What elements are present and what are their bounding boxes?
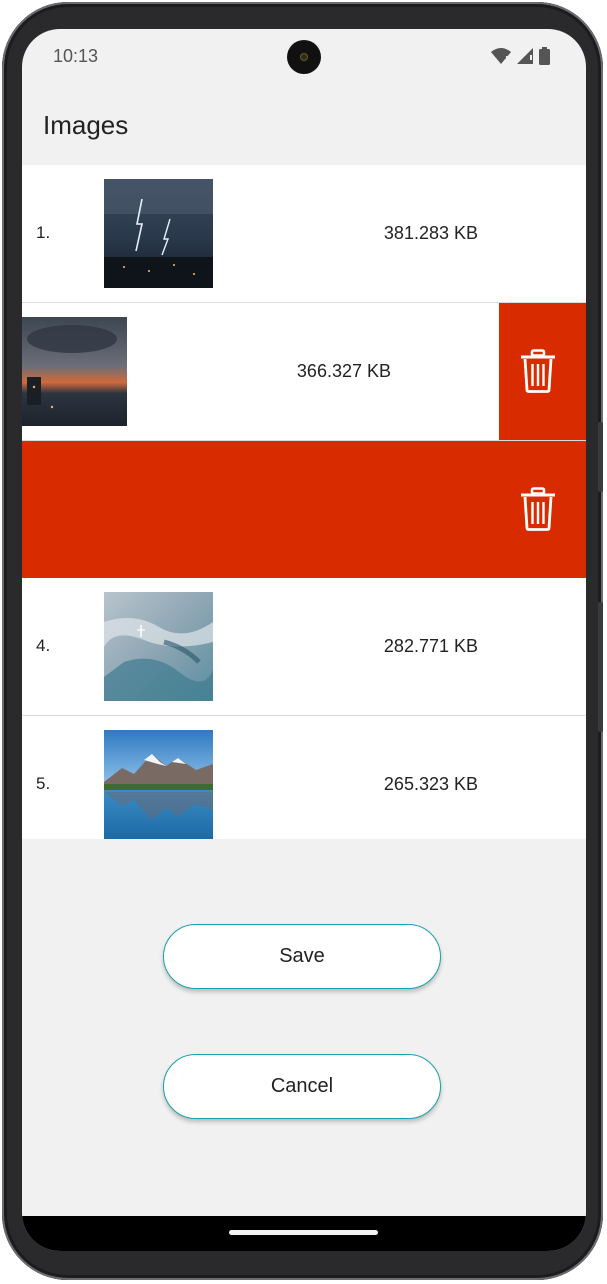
item-index: 1. <box>36 223 51 242</box>
trash-icon <box>521 487 555 531</box>
file-size: 265.323 KB <box>383 774 478 794</box>
image-list: 1. 381.283 KB 366.327 KB 4. 282.771 KB 5… <box>22 165 586 839</box>
thumbnail-image <box>104 592 213 701</box>
navigation-bar <box>22 1216 586 1251</box>
list-item[interactable]: 1. 381.283 KB <box>22 165 586 303</box>
thumbnail-image <box>104 730 213 839</box>
side-button <box>598 602 603 732</box>
item-index: 5. <box>36 774 51 793</box>
volume-button <box>598 422 603 492</box>
page-title: Images <box>43 110 129 140</box>
trash-icon <box>521 349 555 393</box>
phone-frame: 10:13 Images 1. 381.283 KB 366.327 KB 4.… <box>2 2 603 1280</box>
screen: 10:13 Images 1. 381.283 KB 366.327 KB 4.… <box>22 29 586 1251</box>
wifi-icon <box>491 48 511 64</box>
delete-action[interactable] <box>22 441 586 578</box>
file-size: 381.283 KB <box>383 223 478 243</box>
status-bar: 10:13 <box>22 29 586 87</box>
home-gesture-handle[interactable] <box>229 1230 378 1235</box>
thumbnail-image <box>22 317 127 426</box>
front-camera <box>287 40 321 74</box>
status-icons <box>491 47 550 65</box>
battery-icon <box>539 47 550 65</box>
cancel-button[interactable]: Cancel <box>163 1054 441 1119</box>
file-size: 366.327 KB <box>296 361 391 381</box>
item-index: 4. <box>36 636 51 655</box>
delete-action[interactable] <box>499 303 586 440</box>
thumbnail-image <box>104 179 213 288</box>
signal-icon <box>517 48 533 64</box>
list-item-deleting[interactable] <box>22 441 586 578</box>
list-item[interactable]: 4. 282.771 KB <box>22 578 586 716</box>
file-size: 282.771 KB <box>383 636 478 656</box>
list-item[interactable]: 5. 265.323 KB <box>22 716 586 839</box>
status-time: 10:13 <box>53 46 99 66</box>
save-button[interactable]: Save <box>163 924 441 989</box>
list-item[interactable]: 366.327 KB <box>22 303 586 441</box>
